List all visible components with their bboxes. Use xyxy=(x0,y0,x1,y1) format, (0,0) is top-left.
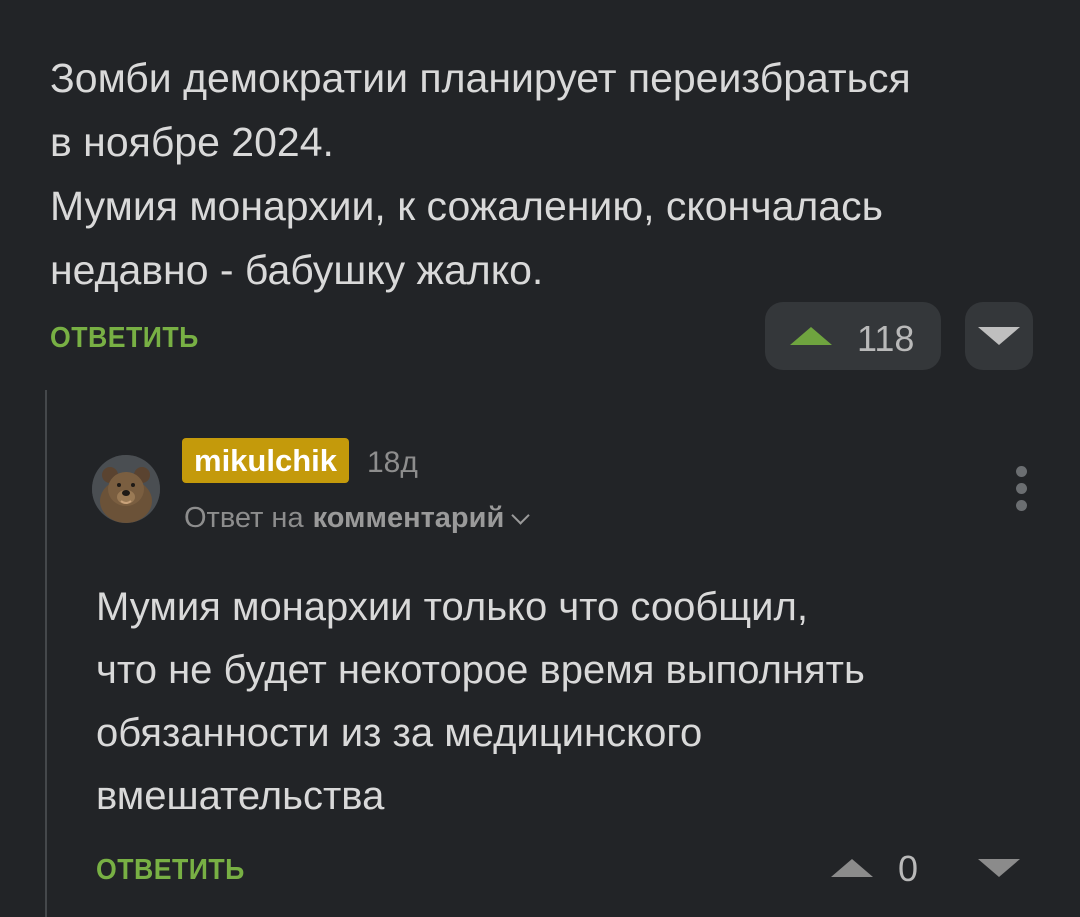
parent-comment-line: Зомби демократии планирует переизбраться xyxy=(50,55,911,101)
reply-rating: 0 xyxy=(898,848,919,889)
reply-comment-line: вмешательства xyxy=(96,774,385,818)
reply-comment-line: что не будет некоторое время выполнять xyxy=(96,648,865,692)
reply-to-comment-link[interactable]: комментарий xyxy=(313,502,505,535)
reply-to-info: Ответ на комментарий xyxy=(184,502,530,535)
vertical-dots-icon[interactable] xyxy=(1010,466,1032,512)
dot xyxy=(1016,483,1027,494)
triangle-up-icon xyxy=(790,327,832,345)
triangle-up-icon[interactable] xyxy=(831,859,873,877)
triangle-down-icon xyxy=(978,327,1020,345)
reply-to-prefix: Ответ на xyxy=(184,502,304,534)
reply-reply-button[interactable]: ОТВЕТИТЬ xyxy=(96,854,245,887)
parent-upvote-button[interactable]: 118 xyxy=(765,302,941,370)
dot xyxy=(1016,500,1027,511)
reply-comment-line: Мумия монархии только что сообщил, xyxy=(96,585,808,629)
username-badge[interactable]: mikulchik xyxy=(182,438,349,483)
dot xyxy=(1016,466,1027,477)
parent-downvote-button[interactable] xyxy=(965,302,1033,370)
chevron-down-icon[interactable] xyxy=(511,506,530,525)
comment-time: 18д xyxy=(367,446,418,479)
reply-comment-text: Мумия монархии только что сообщил, что н… xyxy=(96,576,1036,828)
parent-reply-button[interactable]: ОТВЕТИТЬ xyxy=(50,322,199,355)
parent-comment-text: Зомби демократии планирует переизбраться… xyxy=(50,46,1040,302)
reply-comment-line: обязанности из за медицинского xyxy=(96,711,703,755)
parent-comment-line: в ноябре 2024. xyxy=(50,119,334,165)
parent-comment-line: недавно - бабушку жалко. xyxy=(50,247,544,293)
parent-rating: 118 xyxy=(857,318,915,359)
thread-line[interactable] xyxy=(45,390,47,917)
triangle-down-icon[interactable] xyxy=(978,859,1020,877)
bear-avatar-icon xyxy=(92,455,160,523)
parent-comment-line: Мумия монархии, к сожалению, скончалась xyxy=(50,183,883,229)
avatar[interactable] xyxy=(92,455,160,523)
